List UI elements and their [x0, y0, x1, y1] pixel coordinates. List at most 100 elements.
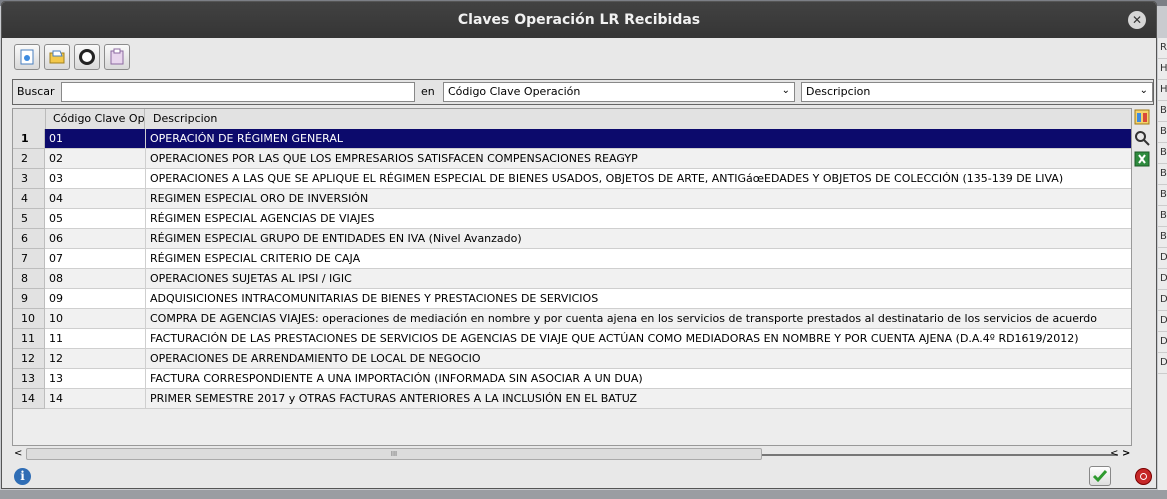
background-text: BI	[1158, 164, 1167, 185]
cell-descripcion[interactable]: OPERACIÓN DE RÉGIMEN GENERAL	[146, 129, 1131, 149]
background-text: BI	[1158, 185, 1167, 206]
cell-descripcion[interactable]: OPERACIONES SUJETAS AL IPSI / IGIC	[146, 269, 1131, 289]
row-number: 9	[13, 289, 45, 309]
cell-descripcion[interactable]: RÉGIMEN ESPECIAL AGENCIAS DE VIAJES	[146, 209, 1131, 229]
dialog-titlebar: Claves Operación LR Recibidas ✕	[2, 2, 1156, 38]
cell-descripcion[interactable]: RÉGIMEN ESPECIAL CRITERIO DE CAJA	[146, 249, 1131, 269]
checkmark-icon	[1092, 470, 1108, 483]
cell-descripcion[interactable]: FACTURA CORRESPONDIENTE A UNA IMPORTACIÓ…	[146, 369, 1131, 389]
background-app-bottom	[0, 490, 1167, 499]
scroll-end-icon[interactable]: >	[1122, 448, 1130, 459]
column-header-codigo[interactable]: Código Clave Operación	[45, 109, 145, 129]
row-number: 12	[13, 349, 45, 369]
scroll-grip: III	[390, 450, 398, 458]
row-number: 11	[13, 329, 45, 349]
cell-descripcion[interactable]: FACTURACIÓN DE LAS PRESTACIONES DE SERVI…	[146, 329, 1131, 349]
row-number: 4	[13, 189, 45, 209]
cell-codigo[interactable]: 06	[45, 229, 146, 249]
dialog-title: Claves Operación LR Recibidas	[457, 12, 701, 28]
chevron-down-icon: ⌄	[781, 85, 790, 96]
scroll-right-icon[interactable]: <	[1110, 448, 1118, 459]
search-field-select[interactable]: Código Clave Operación ⌄	[443, 82, 795, 102]
table-row[interactable]: 2 02 OPERACIONES POR LAS QUE LOS EMPRESARI…	[13, 149, 1131, 169]
cell-descripcion[interactable]: PRIMER SEMESTRE 2017 y OTRAS FACTURAS AN…	[146, 389, 1131, 409]
row-number: 14	[13, 389, 45, 409]
table-row[interactable]: 6 06 RÉGIMEN ESPECIAL GRUPO DE ENTIDADES E…	[13, 229, 1131, 249]
background-text: D	[1158, 269, 1167, 290]
cell-codigo[interactable]: 10	[45, 309, 146, 329]
order-field-select[interactable]: Descripcion ⌄	[801, 82, 1153, 102]
open-folder-icon	[49, 50, 65, 64]
background-text: D	[1158, 332, 1167, 353]
background-text: R	[1158, 38, 1167, 59]
row-number: 8	[13, 269, 45, 289]
cell-codigo[interactable]: 12	[45, 349, 146, 369]
cell-codigo[interactable]: 13	[45, 369, 146, 389]
cell-codigo[interactable]: 01	[45, 129, 146, 149]
info-button[interactable]: i	[14, 468, 31, 485]
table-row[interactable]: 13 13 FACTURA CORRESPONDIENTE A UNA IMPORT…	[13, 369, 1131, 389]
export-button[interactable]	[104, 44, 130, 70]
cell-codigo[interactable]: 02	[45, 149, 146, 169]
cell-codigo[interactable]: 03	[45, 169, 146, 189]
columns-config-icon[interactable]	[1134, 109, 1150, 125]
cell-codigo[interactable]: 05	[45, 209, 146, 229]
table-row[interactable]: 14 14 PRIMER SEMESTRE 2017 y OTRAS FACTURA…	[13, 389, 1131, 409]
background-text: HI	[1158, 80, 1167, 101]
excel-export-icon[interactable]	[1134, 151, 1150, 167]
table-row[interactable]: 4 04 REGIMEN ESPECIAL ORO DE INVERSIÓN	[13, 189, 1131, 209]
cell-codigo[interactable]: 08	[45, 269, 146, 289]
export-icon	[110, 48, 124, 65]
stop-button[interactable]	[74, 44, 100, 70]
search-field-value: Código Clave Operación	[448, 85, 581, 98]
close-button[interactable]: ✕	[1128, 11, 1146, 29]
column-header-descripcion[interactable]: Descripcion	[147, 109, 217, 129]
ok-button[interactable]	[1089, 466, 1111, 486]
cell-descripcion[interactable]: ADQUISICIONES INTRACOMUNITARIAS DE BIENE…	[146, 289, 1131, 309]
cell-codigo[interactable]: 04	[45, 189, 146, 209]
cell-codigo[interactable]: 07	[45, 249, 146, 269]
cell-descripcion[interactable]: OPERACIONES POR LAS QUE LOS EMPRESARIOS …	[146, 149, 1131, 169]
table-row[interactable]: 3 03 OPERACIONES A LAS QUE SE APLIQUE EL R…	[13, 169, 1131, 189]
cell-descripcion[interactable]: OPERACIONES A LAS QUE SE APLIQUE EL RÉGI…	[146, 169, 1131, 189]
cell-descripcion[interactable]: RÉGIMEN ESPECIAL GRUPO DE ENTIDADES EN I…	[146, 229, 1131, 249]
new-record-button[interactable]	[14, 44, 40, 70]
grid-header: Código Clave Operación Descripcion	[13, 109, 1131, 130]
row-number: 7	[13, 249, 45, 269]
row-number-header	[13, 109, 46, 129]
row-number: 6	[13, 229, 45, 249]
cell-descripcion[interactable]: OPERACIONES DE ARRENDAMIENTO DE LOCAL DE…	[146, 349, 1131, 369]
search-bar: Buscar en Código Clave Operación ⌄ Descr…	[12, 79, 1154, 105]
search-icon[interactable]	[1134, 130, 1150, 146]
table-row[interactable]: 9 09 ADQUISICIONES INTRACOMUNITARIAS DE BI…	[13, 289, 1131, 309]
background-text: BI	[1158, 122, 1167, 143]
background-app-column: RHIHIBIBIBIBIBIBIBIDDDDDD	[1158, 38, 1167, 499]
cell-descripcion[interactable]: COMPRA DE AGENCIAS VIAJES: operaciones d…	[146, 309, 1131, 329]
search-input[interactable]	[61, 82, 415, 102]
horizontal-scrollbar[interactable]: < III < >	[12, 448, 1132, 462]
data-grid: Código Clave Operación Descripcion 101OP…	[12, 108, 1132, 446]
open-button[interactable]	[44, 44, 70, 70]
row-number: 1	[13, 129, 45, 149]
table-row[interactable]: 8 08 OPERACIONES SUJETAS AL IPSI / IGIC	[13, 269, 1131, 289]
table-row[interactable]: 5 05 RÉGIMEN ESPECIAL AGENCIAS DE VIAJES	[13, 209, 1131, 229]
new-record-icon	[20, 49, 34, 65]
row-number: 2	[13, 149, 45, 169]
cell-codigo[interactable]: 09	[45, 289, 146, 309]
table-row[interactable]: 11 11 FACTURACIÓN DE LAS PRESTACIONES DE S…	[13, 329, 1131, 349]
table-row[interactable]: 1 01 OPERACIÓN DE RÉGIMEN GENERAL	[13, 129, 1131, 149]
scroll-thumb[interactable]: III	[26, 448, 762, 460]
scroll-left-icon[interactable]: <	[14, 448, 22, 459]
cell-codigo[interactable]: 14	[45, 389, 146, 409]
row-number: 3	[13, 169, 45, 189]
row-number: 5	[13, 209, 45, 229]
cell-descripcion[interactable]: REGIMEN ESPECIAL ORO DE INVERSIÓN	[146, 189, 1131, 209]
search-label: Buscar	[17, 85, 55, 98]
order-field-value: Descripcion	[806, 85, 871, 98]
cancel-button[interactable]	[1135, 468, 1152, 485]
claves-operacion-dialog: Claves Operación LR Recibidas ✕ Buscar e…	[1, 1, 1157, 489]
table-row[interactable]: 10 10 COMPRA DE AGENCIAS VIAJES: operacion…	[13, 309, 1131, 329]
table-row[interactable]: 12 12 OPERACIONES DE ARRENDAMIENTO DE LOCA…	[13, 349, 1131, 369]
table-row[interactable]: 7 07 RÉGIMEN ESPECIAL CRITERIO DE CAJA	[13, 249, 1131, 269]
cell-codigo[interactable]: 11	[45, 329, 146, 349]
